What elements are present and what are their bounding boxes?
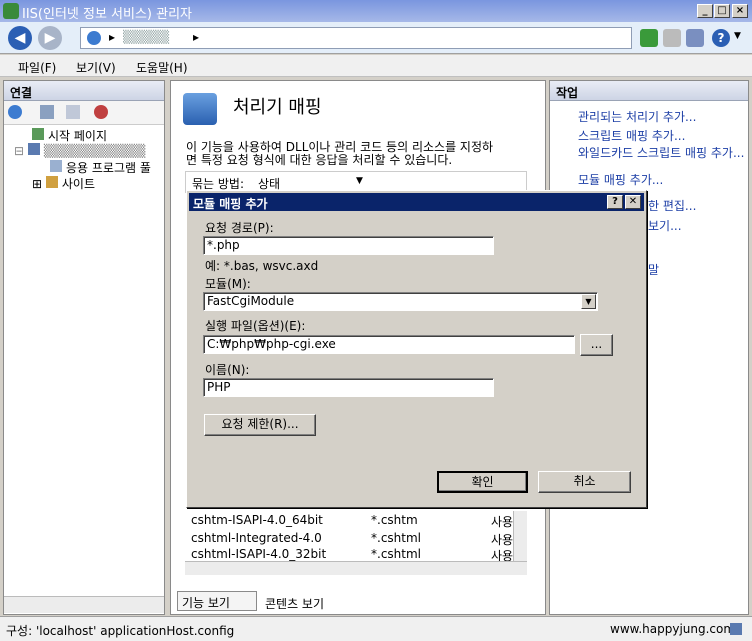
table-row[interactable]: cshtm-ISAPI-4.0_64bit xyxy=(191,513,323,527)
table-cell: 사용 xyxy=(491,533,514,547)
connections-header: 연결 xyxy=(4,81,164,101)
table-cell: *.cshtml xyxy=(371,531,421,545)
group-by-dropdown-icon[interactable]: ▼ xyxy=(356,176,363,186)
app-pool-icon xyxy=(50,160,62,172)
status-text: 구성: 'localhost' applicationHost.config xyxy=(6,624,235,638)
connections-toolbar xyxy=(4,101,164,125)
tree-item-server[interactable]: ⊟ ▒▒▒▒▒▒▒▒▒▒▒ xyxy=(14,143,145,158)
handler-mappings-icon xyxy=(183,93,217,125)
refresh-icon[interactable] xyxy=(640,29,658,47)
minimize-button[interactable]: _ xyxy=(697,4,713,18)
start-page-icon xyxy=(32,128,44,140)
action-add-module-mapping[interactable]: 모듈 매핑 추가... xyxy=(578,171,663,188)
action-edit-permissions[interactable]: 한 편집... xyxy=(648,197,696,214)
name-label: 이름(N): xyxy=(205,363,250,377)
ok-button[interactable]: 확인 xyxy=(437,471,528,493)
server-icon xyxy=(27,143,40,155)
menu-bar: 파일(F) 보기(V) 도움말(H) xyxy=(0,55,752,77)
browse-button[interactable]: ... xyxy=(580,334,613,356)
module-value: FastCgiModule xyxy=(207,294,295,308)
executable-input[interactable]: C:₩php₩php-cgi.exe xyxy=(203,335,575,354)
tree-label: 시작 페이지 xyxy=(48,129,108,143)
connect-icon[interactable] xyxy=(8,105,22,119)
request-path-label: 요청 경로(P): xyxy=(205,221,274,235)
table-cell: 사용 xyxy=(491,515,514,529)
tree-item-sites[interactable]: ⊞ 사이트 xyxy=(32,175,95,192)
help-icon[interactable]: ? xyxy=(712,29,730,47)
folder-icon xyxy=(45,176,58,188)
address-bar[interactable]: ▸ ▒▒▒▒▒ ▸ xyxy=(80,27,632,49)
address-segment[interactable]: ▒▒▒▒▒ xyxy=(123,30,169,44)
address-separator: ▸ xyxy=(193,30,200,44)
save-icon[interactable] xyxy=(40,105,54,119)
tree-item-start-page[interactable]: 시작 페이지 xyxy=(32,127,107,144)
action-add-script-map[interactable]: 스크립트 매핑 추가... xyxy=(578,127,685,144)
request-restrictions-button[interactable]: 요청 제한(R)... xyxy=(204,414,316,436)
status-bar: 구성: 'localhost' applicationHost.config w… xyxy=(0,616,752,641)
address-separator: ▸ xyxy=(109,30,116,44)
action-view-ordered-list[interactable]: 보기... xyxy=(648,217,682,234)
up-icon[interactable] xyxy=(66,105,80,119)
disconnect-icon[interactable] xyxy=(94,105,108,119)
tree-label: 사이트 xyxy=(61,177,95,191)
status-icon xyxy=(730,623,742,635)
page-description-line2: 면 특정 요청 형식에 대한 응답을 처리할 수 있습니다. xyxy=(186,153,453,167)
action-add-wildcard-script-map[interactable]: 와일드카드 스크립트 매핑 추가... xyxy=(578,144,746,161)
cancel-button[interactable]: 취소 xyxy=(538,471,631,493)
forward-button[interactable]: ▶ xyxy=(38,26,62,50)
table-row[interactable]: cshtml-ISAPI-4.0_32bit xyxy=(191,547,326,561)
title-bar: IIS(인터넷 정보 서비스) 관리자 _ □ × xyxy=(0,0,752,22)
tab-features-view[interactable]: 기능 보기 xyxy=(177,591,257,611)
table-row[interactable]: cshtml-Integrated-4.0 xyxy=(191,531,322,545)
menu-help[interactable]: 도움말(H) xyxy=(136,59,188,76)
watermark: www.happyjung.com xyxy=(610,622,736,636)
request-path-input[interactable]: *.php xyxy=(203,236,494,255)
tree-label: 응용 프로그램 풀 xyxy=(66,161,151,175)
add-module-mapping-dialog: 모듈 매핑 추가 ? ✕ 요청 경로(P): *.php 예: *.bas, w… xyxy=(186,190,647,508)
module-select[interactable]: FastCgiModule ▼ xyxy=(203,292,598,311)
table-cell: *.cshtml xyxy=(371,547,421,561)
help-dropdown-icon[interactable]: ▼ xyxy=(734,31,741,41)
menu-view[interactable]: 보기(V) xyxy=(76,59,116,76)
action-help[interactable]: 말 xyxy=(648,261,659,278)
executable-label: 실행 파일(옵션)(E): xyxy=(205,319,306,333)
globe-icon xyxy=(87,31,101,45)
table-vscrollbar[interactable] xyxy=(513,511,527,561)
request-path-example: 예: *.bas, wsvc.axd xyxy=(205,259,319,273)
tree-label: ▒▒▒▒▒▒▒▒▒▒▒ xyxy=(43,144,146,158)
app-icon xyxy=(3,3,19,19)
dialog-close-button[interactable]: ✕ xyxy=(625,195,641,209)
left-hscrollbar[interactable] xyxy=(4,596,164,613)
name-input[interactable]: PHP xyxy=(203,378,494,397)
back-button[interactable]: ◀ xyxy=(8,26,32,50)
table-hscrollbar[interactable] xyxy=(185,561,527,575)
chevron-down-icon[interactable]: ▼ xyxy=(581,294,596,309)
tab-content-view[interactable]: 콘텐츠 보기 xyxy=(261,593,328,614)
actions-header: 작업 xyxy=(550,81,748,101)
table-cell: *.cshtm xyxy=(371,513,418,527)
home-icon[interactable] xyxy=(686,29,704,47)
dialog-title: 모듈 매핑 추가 xyxy=(193,197,268,211)
module-label: 모듈(M): xyxy=(205,277,251,291)
action-add-managed-handler[interactable]: 관리되는 처리기 추가... xyxy=(578,108,696,125)
menu-file[interactable]: 파일(F) xyxy=(18,59,56,76)
dialog-help-button[interactable]: ? xyxy=(607,195,623,209)
page-title: 처리기 매핑 xyxy=(233,97,322,118)
navigation-bar: ◀ ▶ ▸ ▒▒▒▒▒ ▸ ? ▼ xyxy=(0,22,752,54)
stop-icon[interactable] xyxy=(663,29,681,47)
maximize-button[interactable]: □ xyxy=(714,4,730,18)
dialog-title-bar: 모듈 매핑 추가 xyxy=(189,193,644,211)
close-button[interactable]: × xyxy=(732,4,748,18)
connections-pane: 연결 시작 페이지 ⊟ ▒▒▒▒▒▒▒▒▒▒▒ 응용 프로그램 풀 ⊞ 사이트 xyxy=(3,80,165,615)
window-title: IIS(인터넷 정보 서비스) 관리자 xyxy=(22,7,193,22)
tree-item-app-pools[interactable]: 응용 프로그램 풀 xyxy=(50,159,151,176)
